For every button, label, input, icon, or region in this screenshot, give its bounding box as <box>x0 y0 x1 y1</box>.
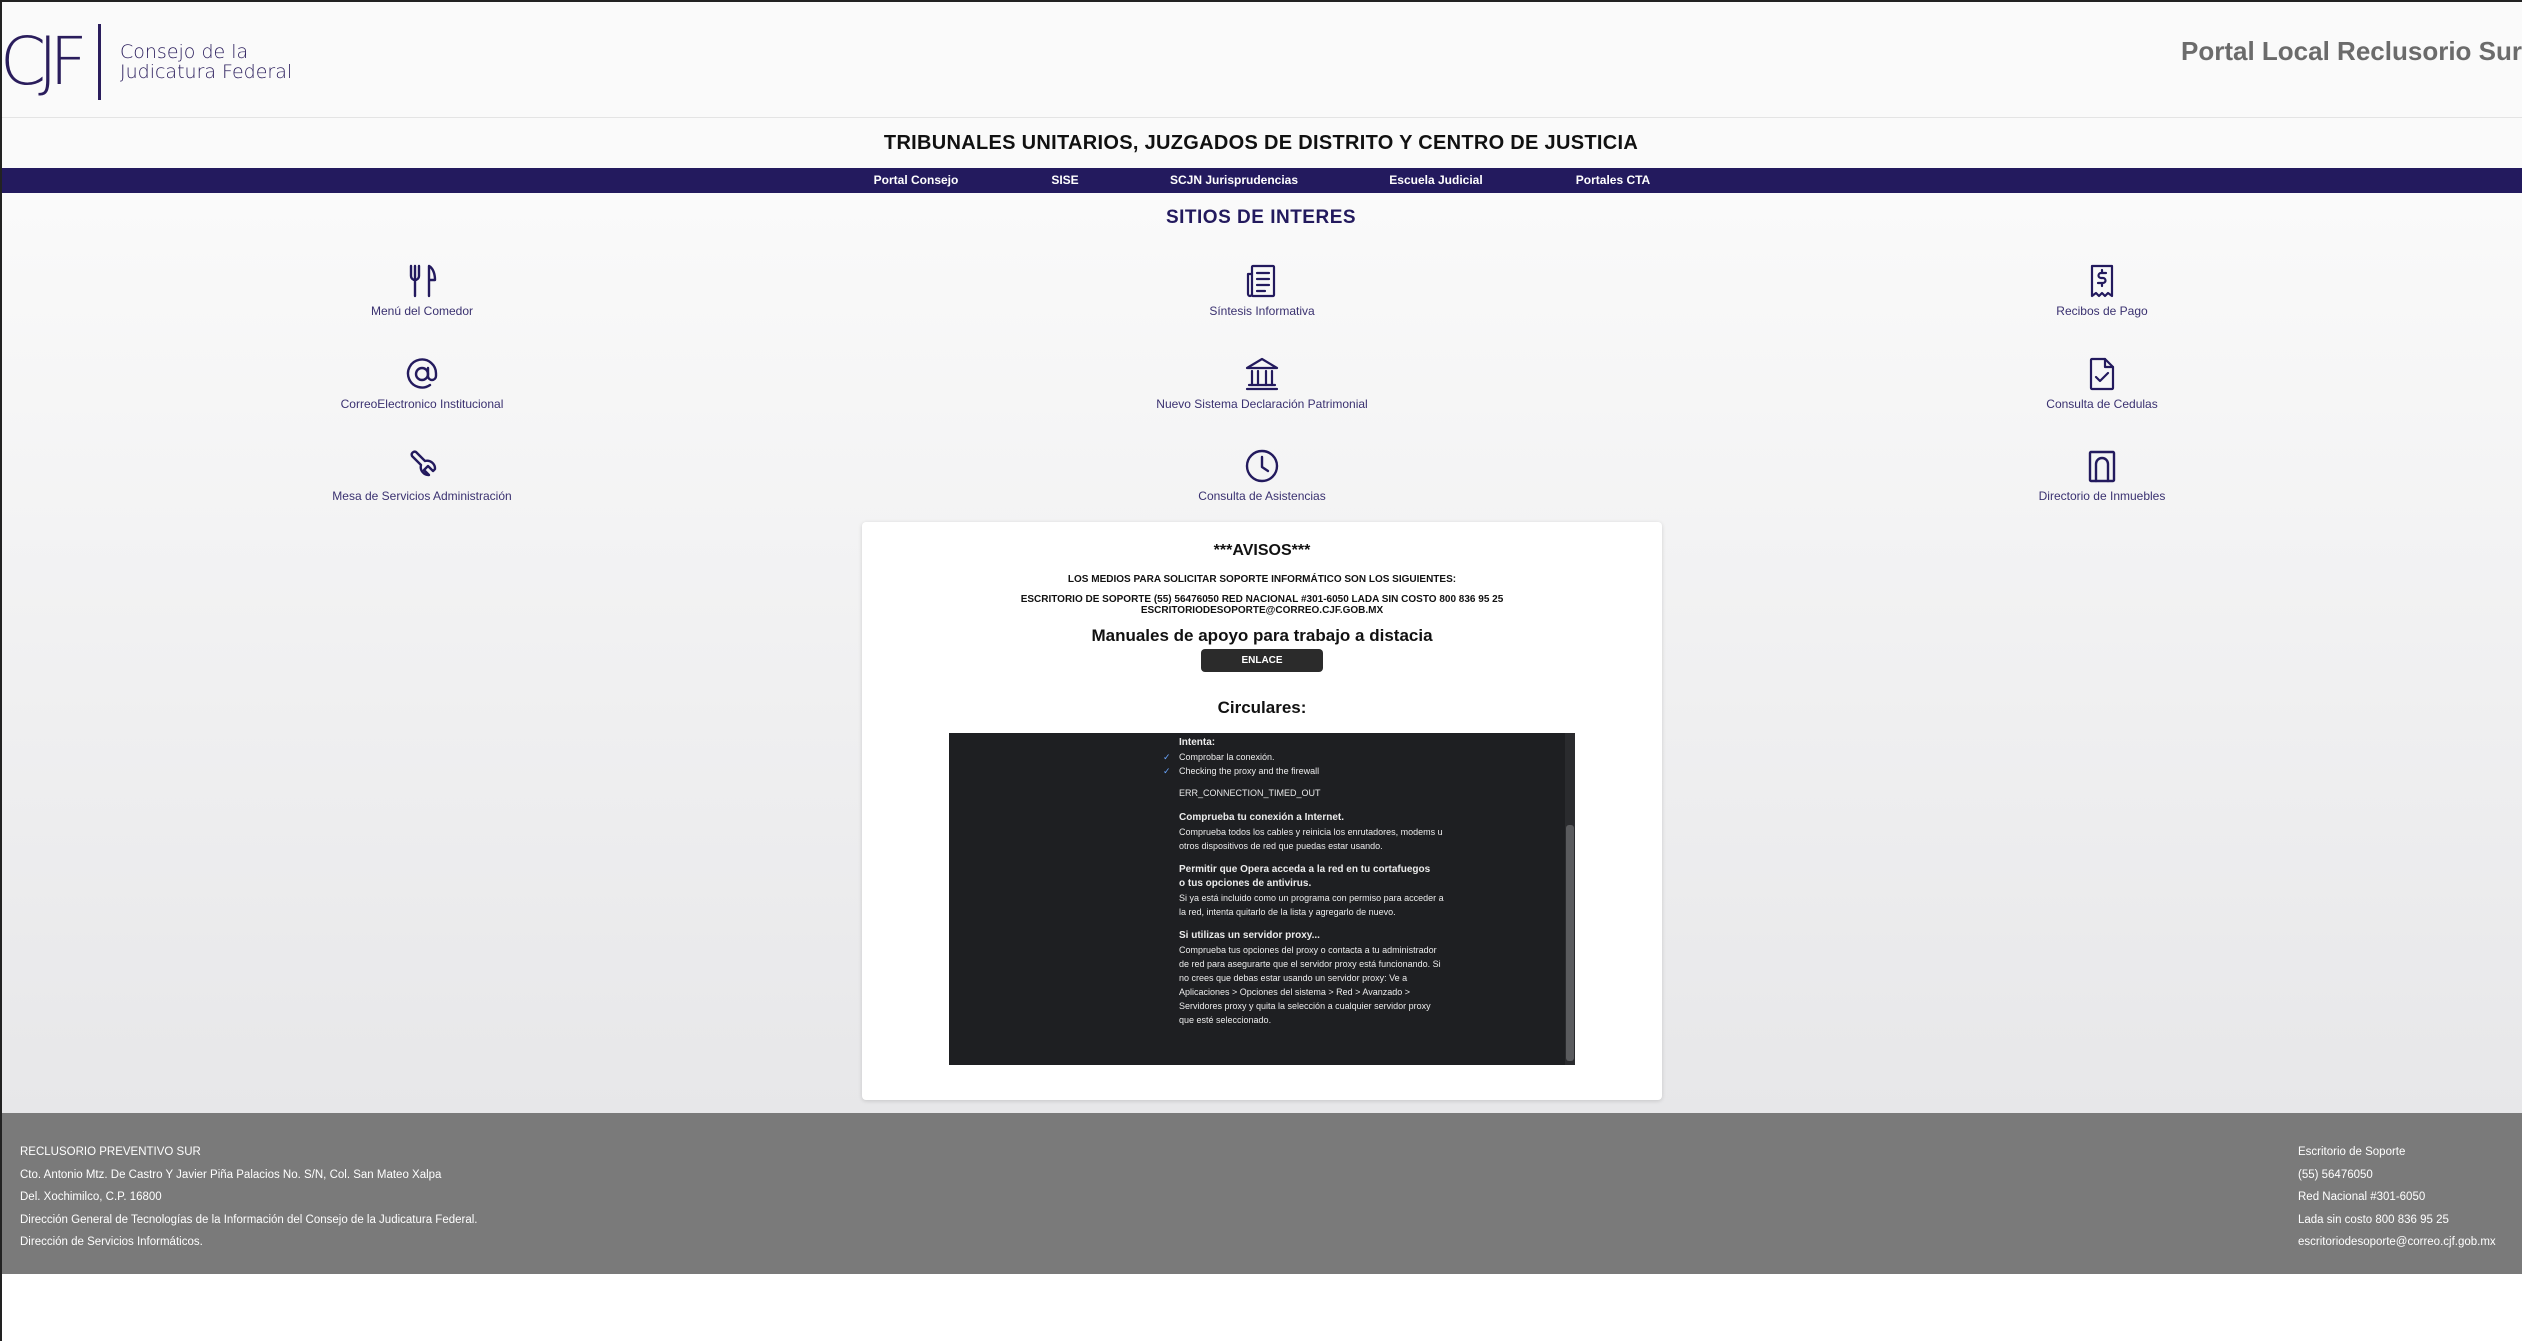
site-label: Síntesis Informativa <box>1209 304 1315 318</box>
soporte-email[interactable]: ESCRITORIODESOPORTE@CORREO.CJF.GOB.MX <box>862 605 1662 616</box>
manuales-heading: Manuales de apoyo para trabajo a distaci… <box>1091 626 1433 645</box>
soporte-intro: LOS MEDIOS PARA SOLICITAR SOPORTE INFORM… <box>1067 574 1457 585</box>
error-text: Aplicaciones > Opciones del sistema > Re… <box>1179 987 1410 997</box>
site-correo-institucional[interactable]: CorreoElectronico Institucional <box>262 355 582 411</box>
avisos-title: ***AVISOS*** <box>1213 542 1311 559</box>
site-label: Consulta de Cedulas <box>2046 397 2158 411</box>
site-menu-comedor[interactable]: Menú del Comedor <box>262 262 582 318</box>
check-icon: ✓ <box>1163 766 1171 776</box>
site-mesa-servicios[interactable]: Mesa de Servicios Administración <box>262 447 582 503</box>
cjf-logo[interactable]: CJF Consejo de la Judicatura Federal <box>0 20 300 104</box>
error-heading-2b: o tus opciones de antivirus. <box>1179 878 1312 889</box>
error-text: Comprueba todos los cables y reinicia lo… <box>1179 827 1443 837</box>
footer-line: Dirección General de Tecnologías de la I… <box>20 1213 478 1226</box>
newspaper-icon <box>1246 264 1276 298</box>
error-heading-1: Comprueba tu conexión a Internet. <box>1179 812 1345 823</box>
error-text: Servidores proxy y quita la selección a … <box>1179 1001 1431 1011</box>
footer-line: Cto. Antonio Mtz. De Castro Y Javier Piñ… <box>20 1168 442 1181</box>
bank-icon <box>1245 357 1279 391</box>
logo-line2: Judicatura Federal <box>120 61 293 83</box>
footer-line: Lada sin costo 800 836 95 25 <box>2298 1213 2449 1226</box>
logo-mark: CJF <box>0 23 87 100</box>
embed-scrollbar[interactable] <box>1565 733 1575 1065</box>
error-text: no crees que debas estar usando un servi… <box>1179 973 1408 983</box>
error-code: ERR_CONNECTION_TIMED_OUT <box>1179 788 1321 798</box>
soporte-phones: ESCRITORIO DE SOPORTE (55) 56476050 RED … <box>1020 594 1504 605</box>
footer-line: Red Nacional #301-6050 <box>2298 1191 2426 1203</box>
at-icon <box>406 358 438 389</box>
top-navigation: Portal Consejo SISE SCJN Jurisprudencias… <box>0 168 2522 193</box>
check-icon: ✓ <box>1163 752 1171 762</box>
file-check-icon <box>2089 357 2115 391</box>
error-text: Comprueba tus opciones del proxy o conta… <box>1179 945 1437 955</box>
error-text: la red, intenta quitarlo de la lista y a… <box>1179 907 1396 917</box>
error-heading-2: Permitir que Opera acceda a la red en tu… <box>1179 864 1431 875</box>
receipt-icon <box>2090 264 2114 298</box>
footer-line: Escritorio de Soporte <box>2298 1146 2406 1158</box>
error-text: que esté seleccionado. <box>1179 1015 1272 1025</box>
site-label: Consulta de Asistencias <box>1198 489 1326 503</box>
browser-error-message: Intenta: ✓ Comprobar la conexión. ✓ Checki… <box>1163 736 1479 1027</box>
error-intenta: Intenta: <box>1179 737 1216 748</box>
circulares-embed-error[interactable]: Intenta: ✓ Comprobar la conexión. ✓ Checki… <box>949 733 1575 1065</box>
site-consulta-cedulas[interactable]: Consulta de Cedulas <box>1942 355 2262 411</box>
subheader-title: TRIBUNALES UNITARIOS, JUZGADOS DE DISTRI… <box>0 118 2522 168</box>
window-frame-left <box>0 0 2 1341</box>
circulares-heading: Circulares: <box>1217 698 1307 717</box>
site-recibos-pago[interactable]: Recibos de Pago <box>1942 262 2262 318</box>
nav-item-sise[interactable]: SISE <box>1051 168 1078 193</box>
error-text: de red para asegurarte que el servidor p… <box>1179 959 1441 969</box>
header: CJF Consejo de la Judicatura Federal Por… <box>0 2 2522 118</box>
logo-divider <box>98 24 101 100</box>
footer-line: Dirección de Servicios Informáticos. <box>20 1236 203 1248</box>
footer-address: RECLUSORIO PREVENTIVO SUR Cto. Antonio M… <box>20 1141 478 1254</box>
error-heading-3: Si utilizas un servidor proxy... <box>1179 930 1320 941</box>
footer-line: (55) 56476050 <box>2298 1168 2373 1181</box>
nav-item-scjn-jurisprudencias[interactable]: SCJN Jurisprudencias <box>1170 168 1298 193</box>
footer-support-email[interactable]: escritoriodesoporte@correo.cjf.gob.mx <box>2298 1231 2496 1254</box>
footer: RECLUSORIO PREVENTIVO SUR Cto. Antonio M… <box>0 1113 2522 1274</box>
nav-item-portales-cta[interactable]: Portales CTA <box>1576 168 1650 193</box>
site-directorio-inmuebles[interactable]: Directorio de Inmuebles <box>1942 447 2262 503</box>
site-label: Nuevo Sistema Declaración Patrimonial <box>1156 397 1368 411</box>
soporte-contact: ESCRITORIO DE SOPORTE (55) 56476050 RED … <box>862 594 1662 616</box>
page-bottom <box>0 1274 2522 1341</box>
error-check-label: Checking the proxy and the firewall <box>1179 766 1320 776</box>
logo-line1: Consejo de la <box>120 41 249 63</box>
nav-item-escuela-judicial[interactable]: Escuela Judicial <box>1389 168 1482 193</box>
site-label: CorreoElectronico Institucional <box>340 397 504 411</box>
footer-support: Escritorio de Soporte (55) 56476050 Red … <box>2298 1141 2496 1254</box>
site-label: Menú del Comedor <box>370 304 474 318</box>
site-sintesis-informativa[interactable]: Síntesis Informativa <box>1102 262 1422 318</box>
sitios-title: SITIOS DE INTERES <box>1165 207 1357 228</box>
error-check-item: ✓ Comprobar la conexión. <box>1163 750 1479 764</box>
error-text: Si ya está incluido como un programa con… <box>1179 893 1444 903</box>
footer-line: Del. Xochimilco, C.P. 16800 <box>20 1191 162 1203</box>
error-text: otros dispositivos de red que puedas est… <box>1179 841 1383 851</box>
logo-text: Consejo de la Judicatura Federal <box>120 42 292 82</box>
site-consulta-asistencias[interactable]: Consulta de Asistencias <box>1102 447 1422 503</box>
site-label: Mesa de Servicios Administración <box>332 489 512 503</box>
site-label: Recibos de Pago <box>2056 304 2148 318</box>
error-check-item: ✓ Checking the proxy and the firewall <box>1163 764 1479 778</box>
site-label: Directorio de Inmuebles <box>2038 489 2166 503</box>
nav-item-portal-consejo[interactable]: Portal Consejo <box>874 168 959 193</box>
footer-line: RECLUSORIO PREVENTIVO SUR <box>20 1146 201 1158</box>
error-check-label: Comprobar la conexión. <box>1179 752 1275 762</box>
building-icon <box>2088 450 2116 483</box>
site-declaracion-patrimonial[interactable]: Nuevo Sistema Declaración Patrimonial <box>1102 355 1422 411</box>
scrollbar-thumb[interactable] <box>1566 825 1574 1061</box>
enlace-button[interactable]: ENLACE <box>1201 649 1323 672</box>
portal-title: Portal Local Reclusorio Sur <box>2181 36 2522 66</box>
clock-icon <box>1245 449 1279 483</box>
avisos-card: ***AVISOS*** LOS MEDIOS PARA SOLICITAR S… <box>862 522 1662 1100</box>
main-content: SITIOS DE INTERES Menú del Comedor Sínte… <box>0 193 2522 1113</box>
wrench-icon <box>410 450 437 477</box>
utensils-icon <box>409 264 437 298</box>
